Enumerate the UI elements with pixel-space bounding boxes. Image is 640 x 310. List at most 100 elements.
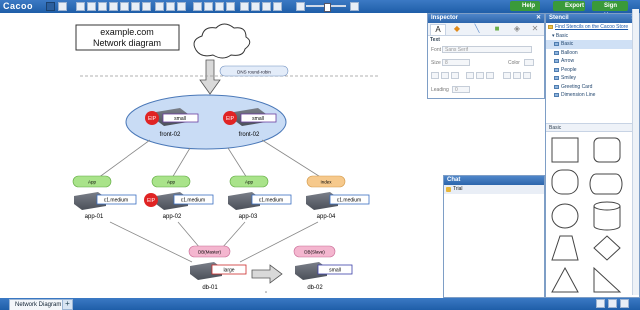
arrange-icon[interactable] <box>226 2 235 11</box>
ellipse-shape[interactable] <box>551 203 579 229</box>
connector <box>177 221 201 249</box>
app-node-1[interactable]: App c1.medium app-01 <box>72 175 137 220</box>
page-icon[interactable] <box>273 2 282 11</box>
grid-icon[interactable] <box>240 2 249 11</box>
line-style-icon[interactable] <box>204 2 213 11</box>
node-name: db-01 <box>202 285 218 291</box>
font-select[interactable]: Sans Serif <box>442 46 532 53</box>
fit-icon[interactable] <box>596 299 605 308</box>
zoom-in-icon[interactable] <box>350 2 359 11</box>
stencil-item-smiley[interactable]: Smiley <box>546 74 634 83</box>
replication-arrow[interactable] <box>251 264 283 284</box>
app-node-4[interactable]: Index c1.medium app-04 <box>306 175 370 220</box>
line-tab-icon[interactable]: ╲ <box>470 24 484 34</box>
export-button[interactable]: Export <box>553 1 585 11</box>
trapezoid-shape[interactable] <box>551 235 579 261</box>
select-tool-icon[interactable] <box>76 2 85 11</box>
stencil-scrollbar[interactable] <box>632 9 639 295</box>
text-tab-icon[interactable]: A <box>430 24 446 36</box>
link-tab-icon[interactable]: ◈ <box>510 24 524 34</box>
help-button[interactable]: Help <box>510 1 540 11</box>
capsule-shape[interactable] <box>589 173 623 195</box>
signup-button[interactable]: Sign Up <box>592 1 628 19</box>
folder-icon <box>554 93 559 97</box>
align-center-icon[interactable] <box>476 72 484 79</box>
redo-icon[interactable] <box>58 2 67 11</box>
app-node-2[interactable]: App EIP c1.medium app-02 <box>144 175 214 220</box>
chat-item[interactable]: Trial <box>444 185 544 194</box>
rectangle-shape[interactable] <box>551 137 579 163</box>
shapes-header[interactable]: Basic <box>546 123 634 132</box>
shape-tool-icon[interactable] <box>142 2 151 11</box>
line-tool-icon[interactable] <box>109 2 118 11</box>
close-icon[interactable]: ✕ <box>536 14 541 23</box>
app-logo[interactable]: Cacoo <box>3 1 33 11</box>
cylinder-shape[interactable] <box>593 201 621 231</box>
snap-icon[interactable] <box>251 2 260 11</box>
comment-tab-icon[interactable]: ■ <box>490 24 504 34</box>
zoom-out-icon[interactable] <box>296 2 305 11</box>
pen-tool-icon[interactable] <box>120 2 129 11</box>
align-icon[interactable] <box>166 2 175 11</box>
inbound-arrow[interactable] <box>199 59 221 95</box>
right-triangle-shape[interactable] <box>593 266 622 293</box>
size-input[interactable]: 8 <box>442 59 470 66</box>
stencil-item-arrow[interactable]: Arrow <box>546 57 634 66</box>
inspector-title: Inspector <box>431 15 459 21</box>
valign-top-icon[interactable] <box>503 72 511 79</box>
font-icon[interactable] <box>155 2 164 11</box>
text-tool-icon[interactable] <box>87 2 96 11</box>
stencil-item-basic[interactable]: Basic <box>546 40 634 49</box>
chat-header[interactable]: Chat <box>444 176 544 185</box>
leading-input[interactable]: 0 <box>452 86 470 93</box>
folder-icon <box>554 84 559 89</box>
align-left-icon[interactable] <box>466 72 474 79</box>
underline-icon[interactable] <box>451 72 459 79</box>
find-stencils-link[interactable]: Find Stencils on the Cacoo Store <box>546 23 634 32</box>
stencil-header[interactable]: Stencil ✕ <box>546 14 639 23</box>
stencil-item-greeting-card[interactable]: Greeting Card <box>546 83 634 92</box>
stencil-group-basic[interactable]: ▾ Basic <box>546 32 634 41</box>
tools-tab-icon[interactable]: ✕ <box>528 24 542 34</box>
node-name: app-04 <box>317 214 336 220</box>
font-label: Font <box>431 47 442 53</box>
align-right-icon[interactable] <box>486 72 494 79</box>
valign-middle-icon[interactable] <box>513 72 521 79</box>
internet-cloud[interactable] <box>193 23 251 59</box>
size-label: c1.medium <box>181 198 205 204</box>
stencil-item-balloon[interactable]: Balloon <box>546 49 634 58</box>
fill-color-icon[interactable] <box>177 2 186 11</box>
add-page-button[interactable]: + <box>62 299 73 310</box>
zoom-slider-knob[interactable] <box>324 3 331 12</box>
image-tool-icon[interactable] <box>131 2 140 11</box>
settings-icon[interactable] <box>620 299 629 308</box>
size-label: Size <box>431 60 441 66</box>
bold-icon[interactable] <box>431 72 439 79</box>
circle-rect-shape[interactable] <box>551 169 579 195</box>
db-node-slave[interactable]: DB(Slave) small db-02 <box>293 245 353 291</box>
connector <box>97 139 151 179</box>
chat-title: Chat <box>447 177 461 183</box>
valign-bottom-icon[interactable] <box>523 72 531 79</box>
layers-icon[interactable] <box>262 2 271 11</box>
undo-icon[interactable] <box>46 2 55 11</box>
inspector-header[interactable]: Inspector ✕ <box>428 14 544 23</box>
triangle-shape[interactable] <box>551 266 579 293</box>
fullscreen-icon[interactable] <box>608 299 617 308</box>
folder-icon <box>554 67 559 72</box>
italic-icon[interactable] <box>441 72 449 79</box>
app-node-3[interactable]: App c1.medium app-03 <box>228 175 292 220</box>
group-icon[interactable] <box>215 2 224 11</box>
fill-tab-icon[interactable]: ◆ <box>450 24 464 34</box>
rect-tool-icon[interactable] <box>98 2 107 11</box>
stencil-item-people[interactable]: People <box>546 66 634 75</box>
line-color-icon[interactable] <box>193 2 202 11</box>
page-tab[interactable]: Network Diagram <box>9 299 68 310</box>
db-node-master[interactable]: DB(Master) large db-01 <box>188 245 247 291</box>
diamond-shape[interactable] <box>593 235 621 261</box>
color-swatch[interactable] <box>524 59 534 66</box>
stencil-item-label: People <box>561 66 577 73</box>
rounded-rect-shape[interactable] <box>593 137 621 163</box>
stencil-item-dimension-line[interactable]: Dimension Line <box>546 91 634 100</box>
node-name: front-02 <box>160 132 181 138</box>
